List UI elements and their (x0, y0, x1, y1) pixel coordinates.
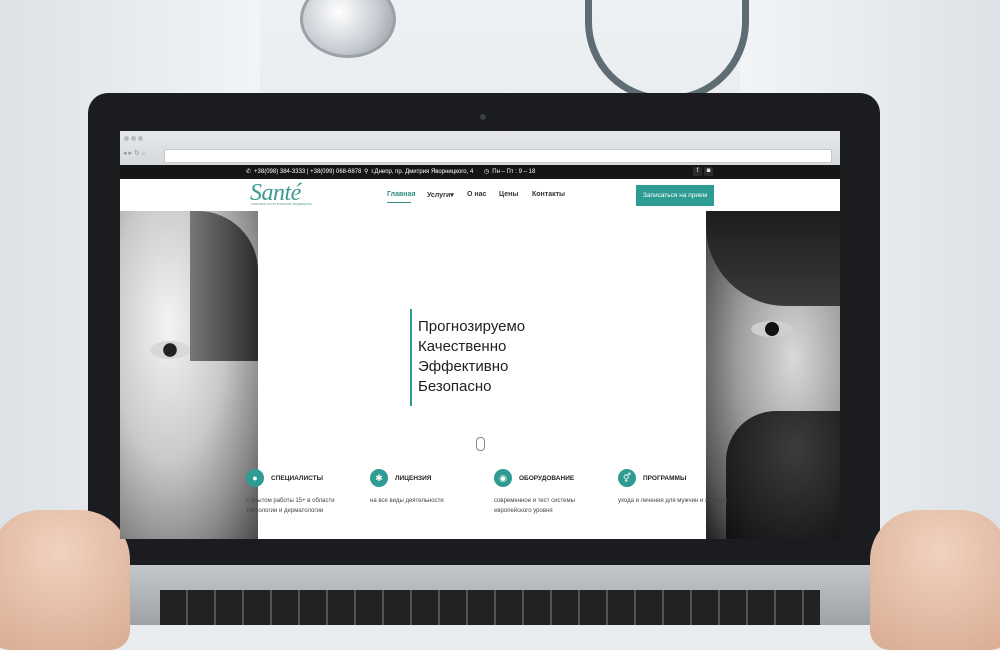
book-appointment-button[interactable]: Записаться на прием (636, 185, 714, 206)
badge-icon: ✱ (370, 469, 388, 487)
phone-info[interactable]: ✆ +38(098) 384-3333 | +38(099) 068-6878 (246, 168, 361, 175)
hero-line: Эффективно (418, 358, 509, 375)
nav-contacts[interactable]: Контакты (532, 191, 565, 198)
man-eye (751, 321, 793, 337)
instagram-icon[interactable]: ◙ (704, 167, 713, 176)
laptop-camera (480, 114, 486, 120)
laptop-keyboard (160, 590, 820, 625)
logo-subtitle: клиника эстетической медицины (251, 201, 312, 206)
window-minimize-dot[interactable] (131, 136, 136, 141)
laptop-screen: ◂▸↻⌂ ✆ +38(098) 384-3333 | +38(099) 068-6… (120, 131, 840, 539)
hero-line: Прогнозируемо (418, 318, 526, 335)
nav-home[interactable]: Главная (387, 191, 415, 198)
hours-info: ◷ Пн – Пт : 9 – 18 (484, 169, 536, 175)
top-info-bar: ✆ +38(098) 384-3333 | +38(099) 068-6878 ⚲… (120, 165, 840, 179)
man-beard (726, 411, 840, 539)
window-maximize-dot[interactable] (138, 136, 143, 141)
chevron-down-icon: ▾ (450, 192, 454, 199)
person-icon: ● (246, 469, 264, 487)
nav-prices[interactable]: Цены (499, 191, 518, 198)
hero-line: Качественно (418, 338, 507, 355)
man-face-photo (706, 211, 840, 539)
woman-eye (150, 341, 190, 359)
hero-slogan: Прогнозируемо Качественно Эффективно Без… (418, 317, 525, 397)
clock-icon: ◷ (484, 169, 490, 175)
scroll-mouse-icon[interactable] (476, 437, 485, 451)
facebook-icon[interactable]: f (693, 167, 702, 176)
gender-icon: ⚥ (618, 469, 636, 487)
hand-left (0, 510, 130, 650)
browser-chrome: ◂▸↻⌂ (120, 131, 840, 165)
hero-accent-bar (410, 309, 412, 406)
hand-right (870, 510, 1000, 650)
nav-services[interactable]: Услуги▾ (427, 191, 454, 199)
woman-face-photo (120, 211, 258, 539)
main-navbar: Santé клиника эстетической медицины Глав… (120, 179, 840, 211)
nav-active-underline (387, 202, 411, 203)
hero-line: Безопасно (418, 378, 492, 395)
browser-nav-icons[interactable]: ◂▸↻⌂ (123, 149, 148, 157)
woman-hair (190, 211, 258, 361)
phone-icon: ✆ (246, 169, 252, 175)
address-info: ⚲ г.Днепр, пр. Дмитрия Яворницкого, 4 (364, 169, 474, 175)
location-pin-icon: ⚲ (364, 169, 369, 175)
window-close-dot[interactable] (124, 136, 129, 141)
globe-icon: ◉ (494, 469, 512, 487)
man-hair (706, 211, 840, 306)
nav-about[interactable]: О нас (467, 191, 486, 198)
address-bar[interactable] (164, 149, 832, 163)
